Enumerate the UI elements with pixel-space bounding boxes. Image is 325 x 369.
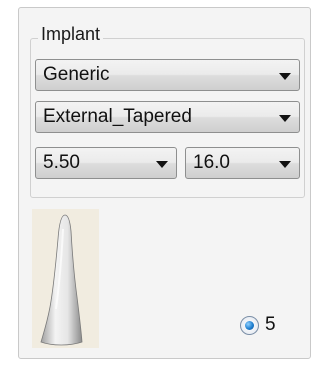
chevron-down-icon bbox=[156, 161, 168, 168]
length-dropdown[interactable]: 16.0 bbox=[185, 147, 300, 179]
implant-group-title: Implant bbox=[38, 23, 104, 45]
chevron-down-icon bbox=[279, 73, 291, 80]
manufacturer-dropdown[interactable]: Generic bbox=[35, 59, 300, 91]
implant-preview bbox=[32, 209, 99, 348]
implant-preview-image bbox=[40, 214, 83, 346]
chevron-down-icon bbox=[279, 161, 291, 168]
chevron-down-icon bbox=[279, 115, 291, 122]
manufacturer-value: Generic bbox=[43, 64, 110, 85]
length-value: 16.0 bbox=[193, 152, 230, 173]
diameter-dropdown[interactable]: 5.50 bbox=[35, 147, 177, 179]
implant-type-dropdown[interactable]: External_Tapered bbox=[35, 101, 300, 133]
diameter-value: 5.50 bbox=[43, 152, 80, 173]
option-radio-5[interactable] bbox=[240, 316, 259, 335]
option-radio-label: 5 bbox=[265, 314, 276, 335]
radio-selected-dot bbox=[245, 321, 254, 330]
implant-type-value: External_Tapered bbox=[43, 106, 192, 127]
